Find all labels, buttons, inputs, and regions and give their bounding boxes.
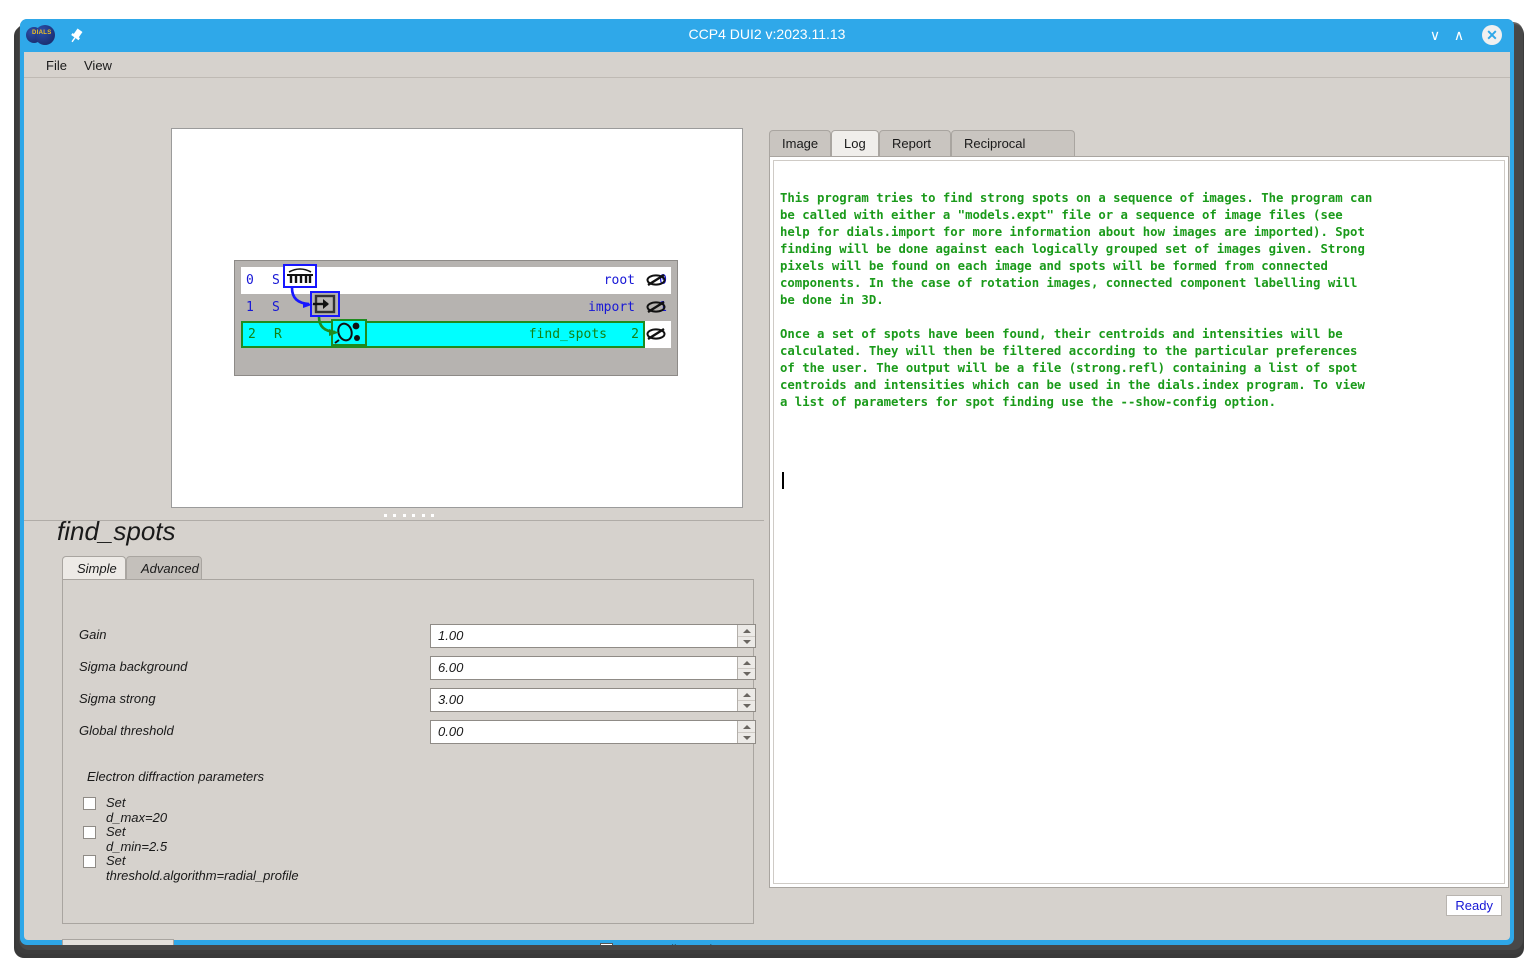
param-row-global-threshold: Global threshold 0.00 [79,720,756,744]
left-panel: 0 S root 0 1 S import 1 2 R find_spots 2… [24,78,764,945]
gain-field[interactable]: 1.00 [430,624,756,648]
spin-up-icon[interactable] [738,657,755,668]
tree-row-index: 0 [246,273,254,288]
spin-down-icon[interactable] [738,699,755,712]
spin-down-icon[interactable] [738,731,755,744]
minimize-button[interactable]: ∨ [1424,24,1446,46]
tree-row-flag: R [274,327,282,342]
dials-logo-text: DIALS [32,30,52,36]
tab-image[interactable]: Image [769,130,831,156]
text-cursor [782,472,784,489]
param-value: 1.00 [438,628,464,643]
spin-down-icon[interactable] [738,635,755,648]
status-badge: Ready [1446,895,1502,916]
menu-item-view[interactable]: View [76,56,120,75]
menu-item-file[interactable]: File [38,56,75,75]
find-spots-node-icon[interactable] [331,319,367,346]
checkbox-label: Set d_min=2.5 [106,824,168,854]
table-row[interactable]: 2 R find_spots 2 [241,321,671,348]
checkbox-label: Run Predict and Report [619,942,755,945]
tree-row-name: root [603,273,635,288]
tree-row-index: 1 [246,300,254,315]
tree-row-index: 2 [248,327,256,342]
pipeline-tree-canvas: 0 S root 0 1 S import 1 2 R find_spots 2 [171,128,743,508]
close-button[interactable]: ✕ [1482,25,1502,45]
param-label: Sigma background [79,659,188,674]
checkbox-d-max[interactable] [83,797,96,810]
pipeline-tree: 0 S root 0 1 S import 1 2 R find_spots 2 [234,260,678,376]
param-label: Global threshold [79,723,174,738]
checkbox-label: Set threshold.algorithm=radial_profile [106,853,299,883]
tree-row-name: import [588,300,635,315]
sigma-background-field[interactable]: 6.00 [430,656,756,680]
param-value: 0.00 [438,724,464,739]
spin-up-icon[interactable] [738,625,755,636]
application-window: DIALS CCP4 DUI2 v:2023.11.13 ∨ ∧ ✕ File [20,19,1514,945]
tab-log[interactable]: Log [831,130,879,156]
title-bar: DIALS CCP4 DUI2 v:2023.11.13 ∨ ∧ ✕ [20,19,1514,52]
checkbox-threshold-algorithm[interactable] [83,855,96,868]
sigma-strong-field[interactable]: 3.00 [430,688,756,712]
parameter-tabs: Simple Advanced [62,556,762,580]
tab-advanced[interactable]: Advanced [126,556,202,580]
tree-row-count: 2 [631,327,639,342]
spin-up-icon[interactable] [738,721,755,732]
eye-hidden-icon[interactable] [645,270,667,290]
root-node-icon[interactable] [283,264,317,288]
import-node-icon[interactable] [310,291,340,317]
table-row[interactable]: 1 S import 1 [241,294,671,321]
splitter-handle-dots [384,514,434,518]
param-value: 6.00 [438,660,464,675]
electron-diffraction-heading: Electron diffraction parameters [87,769,265,784]
tree-row-name: find_spots [528,327,607,342]
param-label: Gain [79,627,107,642]
log-output-panel[interactable]: This program tries to find strong spots … [769,156,1509,888]
eye-hidden-icon[interactable] [645,324,667,344]
log-text-area[interactable]: This program tries to find strong spots … [773,160,1505,884]
maximize-button[interactable]: ∧ [1448,24,1470,46]
checkbox-mark[interactable]: ✓ [600,943,613,945]
parameter-form: Gain 1.00 Sigma background 6.00 Sigma st… [62,579,756,924]
log-text-content: This program tries to find strong spots … [780,191,1373,409]
tab-report[interactable]: Report [879,130,951,156]
spin-up-icon[interactable] [738,689,755,700]
param-label: Sigma strong [79,691,156,706]
checkbox-d-min[interactable] [83,826,96,839]
page-title: find_spots [57,516,176,546]
client-area: File View 0 S root 0 1 S import 1 2 R fi… [24,52,1510,945]
eye-hidden-icon[interactable] [645,297,667,317]
spinner-sigma-background[interactable] [737,657,755,679]
tab-simple[interactable]: Simple [62,556,126,580]
global-threshold-field[interactable]: 0.00 [430,720,756,744]
tab-reciprocal-lattice[interactable]: Reciprocal lattice [951,130,1075,176]
param-value: 3.00 [438,692,464,707]
spinner-gain[interactable] [737,625,755,647]
right-panel: Image Log Report Reciprocal lattice This… [764,78,1510,940]
tree-row-flag: S [272,300,280,315]
run-predict-and-report-checkbox[interactable]: ✓ Run Predict and Report [600,942,760,945]
param-row-gain: Gain 1.00 [79,624,756,648]
screenshot-root: DIALS CCP4 DUI2 v:2023.11.13 ∨ ∧ ✕ File [0,0,1533,963]
checkbox-label: Set d_max=20 [106,795,168,825]
spin-down-icon[interactable] [738,667,755,680]
window-title: CCP4 DUI2 v:2023.11.13 [688,26,846,42]
param-row-sigma-strong: Sigma strong 3.00 [79,688,756,712]
param-row-sigma-background: Sigma background 6.00 [79,656,756,680]
spinner-global-threshold[interactable] [737,721,755,743]
menu-bar: File View [24,52,1510,78]
reset-to-default-button[interactable]: Reset to default [62,939,174,945]
spinner-sigma-strong[interactable] [737,689,755,711]
